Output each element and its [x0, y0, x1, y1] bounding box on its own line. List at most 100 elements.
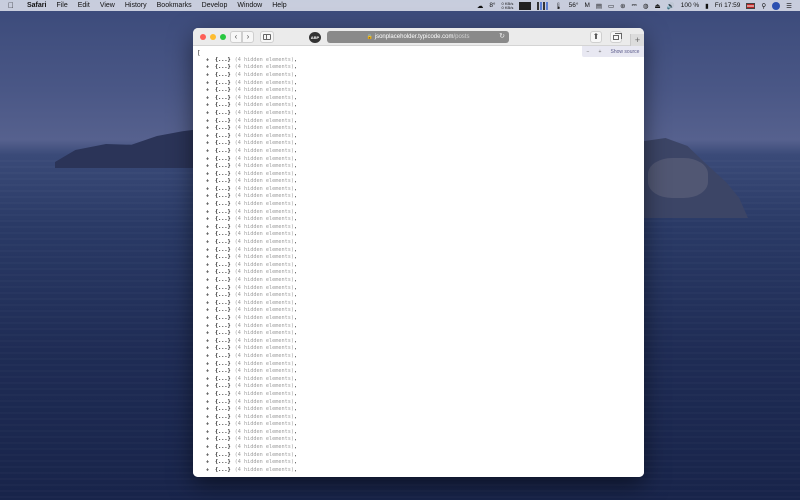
- expand-toggle[interactable]: +: [206, 156, 215, 162]
- back-button[interactable]: ‹: [230, 31, 242, 43]
- eject-icon[interactable]: ⏏: [654, 2, 660, 10]
- expand-toggle[interactable]: +: [206, 95, 215, 101]
- collapsed-object[interactable]: {...}: [215, 459, 231, 465]
- collapsed-object[interactable]: {...}: [215, 64, 231, 70]
- expand-toggle[interactable]: +: [206, 345, 215, 351]
- menu-develop[interactable]: Develop: [197, 2, 233, 9]
- cpu-temp-readout[interactable]: 56°: [569, 2, 579, 9]
- expand-toggle[interactable]: +: [206, 361, 215, 367]
- collapsed-object[interactable]: {...}: [215, 148, 231, 154]
- collapsed-object[interactable]: {...}: [215, 247, 231, 253]
- collapsed-object[interactable]: {...}: [215, 452, 231, 458]
- expand-toggle[interactable]: +: [206, 87, 215, 93]
- collapsed-object[interactable]: {...}: [215, 57, 231, 63]
- expand-toggle[interactable]: +: [206, 247, 215, 253]
- minimize-window-button[interactable]: [210, 34, 216, 40]
- expand-toggle[interactable]: +: [206, 368, 215, 374]
- menu-bookmarks[interactable]: Bookmarks: [152, 2, 197, 9]
- battery-icon[interactable]: ▮: [705, 2, 709, 10]
- collapsed-object[interactable]: {...}: [215, 201, 231, 207]
- temperature-readout[interactable]: 8°: [489, 2, 495, 9]
- collapsed-object[interactable]: {...}: [215, 436, 231, 442]
- notification-center-icon[interactable]: ☰: [786, 2, 792, 10]
- collapsed-object[interactable]: {...}: [215, 429, 231, 435]
- expand-toggle[interactable]: +: [206, 391, 215, 397]
- expand-toggle[interactable]: +: [206, 239, 215, 245]
- collapsed-object[interactable]: {...}: [215, 300, 231, 306]
- collapsed-object[interactable]: {...}: [215, 315, 231, 321]
- expand-toggle[interactable]: +: [206, 102, 215, 108]
- expand-toggle[interactable]: +: [206, 300, 215, 306]
- expand-toggle[interactable]: +: [206, 110, 215, 116]
- collapsed-object[interactable]: {...}: [215, 292, 231, 298]
- collapsed-object[interactable]: {...}: [215, 406, 231, 412]
- expand-toggle[interactable]: +: [206, 118, 215, 124]
- collapsed-object[interactable]: {...}: [215, 110, 231, 116]
- expand-toggle[interactable]: +: [206, 186, 215, 192]
- expand-toggle[interactable]: +: [206, 323, 215, 329]
- expand-toggle[interactable]: +: [206, 163, 215, 169]
- collapsed-object[interactable]: {...}: [215, 368, 231, 374]
- collapsed-object[interactable]: {...}: [215, 345, 231, 351]
- network-readout[interactable]: 0 KB/s 0 KB/s: [502, 1, 514, 10]
- menu-history[interactable]: History: [120, 2, 152, 9]
- show-source-button[interactable]: Show source: [611, 49, 640, 55]
- expand-toggle[interactable]: +: [206, 459, 215, 465]
- expand-toggle[interactable]: +: [206, 414, 215, 420]
- collapsed-object[interactable]: {...}: [215, 361, 231, 367]
- battery-readout[interactable]: 100 %: [681, 2, 699, 9]
- expand-toggle[interactable]: +: [206, 224, 215, 230]
- expand-toggle[interactable]: +: [206, 178, 215, 184]
- spotlight-icon[interactable]: ⚲: [761, 2, 766, 10]
- collapsed-object[interactable]: {...}: [215, 95, 231, 101]
- collapsed-object[interactable]: {...}: [215, 216, 231, 222]
- control-icon[interactable]: ⊛: [620, 2, 625, 10]
- collapsed-object[interactable]: {...}: [215, 467, 231, 473]
- collapsed-object[interactable]: {...}: [215, 414, 231, 420]
- expand-all-button[interactable]: +: [599, 49, 602, 55]
- collapsed-object[interactable]: {...}: [215, 444, 231, 450]
- wifi-icon[interactable]: ◍: [643, 2, 649, 10]
- expand-toggle[interactable]: +: [206, 193, 215, 199]
- expand-toggle[interactable]: +: [206, 201, 215, 207]
- expand-toggle[interactable]: +: [206, 406, 215, 412]
- expand-toggle[interactable]: +: [206, 148, 215, 154]
- input-source-flag-icon[interactable]: [746, 2, 756, 9]
- tab-overview-button[interactable]: [610, 31, 622, 43]
- printer-icon[interactable]: ⎓: [632, 2, 637, 10]
- close-window-button[interactable]: [200, 34, 206, 40]
- menu-window[interactable]: Window: [232, 2, 267, 9]
- collapsed-object[interactable]: {...}: [215, 269, 231, 275]
- expand-toggle[interactable]: +: [206, 277, 215, 283]
- expand-toggle[interactable]: +: [206, 399, 215, 405]
- apple-icon[interactable]: : [0, 1, 22, 10]
- collapsed-object[interactable]: {...}: [215, 80, 231, 86]
- expand-toggle[interactable]: +: [206, 285, 215, 291]
- menu-file[interactable]: File: [51, 2, 72, 9]
- expand-toggle[interactable]: +: [206, 125, 215, 131]
- reload-icon[interactable]: ↻: [499, 32, 505, 40]
- expand-toggle[interactable]: +: [206, 231, 215, 237]
- collapsed-object[interactable]: {...}: [215, 140, 231, 146]
- expand-toggle[interactable]: +: [206, 307, 215, 313]
- menu-edit[interactable]: Edit: [73, 2, 95, 9]
- menu-view[interactable]: View: [95, 2, 120, 9]
- expand-toggle[interactable]: +: [206, 376, 215, 382]
- expand-toggle[interactable]: +: [206, 133, 215, 139]
- expand-toggle[interactable]: +: [206, 64, 215, 70]
- expand-toggle[interactable]: +: [206, 171, 215, 177]
- expand-toggle[interactable]: +: [206, 436, 215, 442]
- collapsed-object[interactable]: {...}: [215, 193, 231, 199]
- airplay-icon[interactable]: ▭: [608, 2, 614, 10]
- expand-toggle[interactable]: +: [206, 269, 215, 275]
- collapsed-object[interactable]: {...}: [215, 277, 231, 283]
- menu-help[interactable]: Help: [267, 2, 291, 9]
- collapsed-object[interactable]: {...}: [215, 163, 231, 169]
- user-avatar-icon[interactable]: [772, 1, 781, 10]
- expand-toggle[interactable]: +: [206, 140, 215, 146]
- forward-button[interactable]: ›: [242, 31, 254, 43]
- collapsed-object[interactable]: {...}: [215, 307, 231, 313]
- collapsed-object[interactable]: {...}: [215, 72, 231, 78]
- collapsed-object[interactable]: {...}: [215, 285, 231, 291]
- collapsed-object[interactable]: {...}: [215, 353, 231, 359]
